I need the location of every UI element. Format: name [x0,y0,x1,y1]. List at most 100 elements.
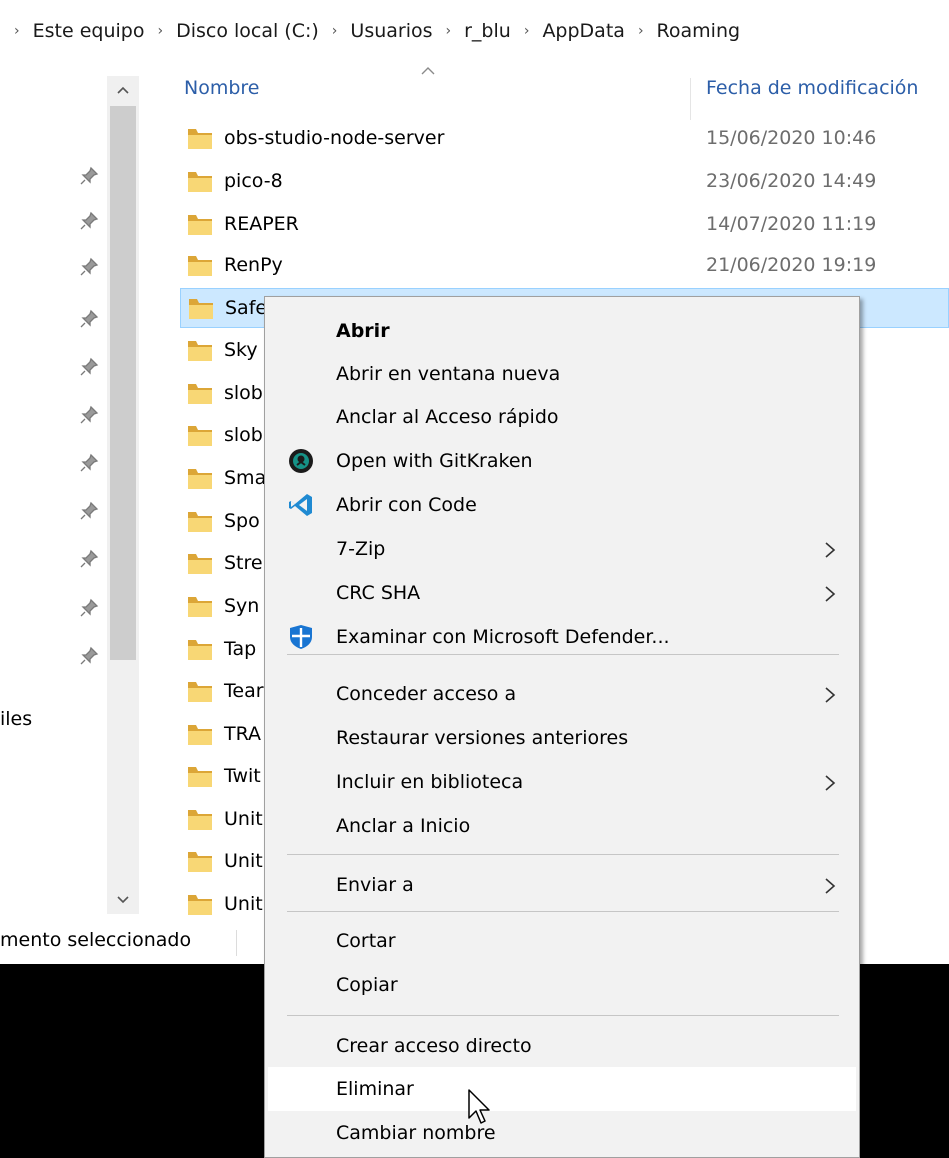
file-date: 15/06/2020 10:46 [706,127,877,149]
breadcrumb-item-este-equipo[interactable]: Este equipo [33,20,145,42]
menu-item-open-with-gitkraken[interactable]: Open with GitKraken [268,439,856,483]
menu-item-anclar-al-acceso-rapido[interactable]: Anclar al Acceso rápido [268,395,856,439]
pin-icon[interactable] [78,597,100,619]
menu-item-abrir-con-code[interactable]: Abrir con Code [268,483,856,527]
chevron-right-icon[interactable]: › [446,23,452,39]
menu-item-abrir-en-ventana-nueva[interactable]: Abrir en ventana nueva [268,352,856,396]
menu-item-label: Restaurar versiones anteriores [336,727,629,749]
column-header-name[interactable]: Nombre [184,77,260,99]
menu-item-cortar[interactable]: Cortar [268,919,856,963]
folder-icon [188,384,212,404]
pin-icon[interactable] [78,165,100,187]
folder-icon [188,767,212,787]
breadcrumb: › Este equipo › Disco local (C:) › Usuar… [0,0,949,62]
file-name: slob [224,382,263,404]
pin-icon[interactable] [78,500,100,522]
file-date: 23/06/2020 14:49 [706,170,877,192]
column-header-date[interactable]: Fecha de modificación [706,77,918,99]
menu-item-cambiar-nombre[interactable]: Cambiar nombre [268,1111,856,1155]
menu-item-label: Cortar [336,930,396,952]
scroll-down-button[interactable] [107,886,139,914]
chevron-right-icon[interactable]: › [332,23,338,39]
file-name: Tap [224,638,257,660]
menu-item-label: Examinar con Microsoft Defender... [336,626,670,648]
menu-item-label: Abrir con Code [336,494,477,516]
file-name: REAPER [224,213,299,235]
menu-item-label: Crear acceso directo [336,1035,532,1057]
scroll-up-button[interactable] [107,76,139,104]
menu-separator [287,854,839,855]
pin-icon[interactable] [78,210,100,232]
chevron-right-icon [825,687,836,703]
folder-icon [188,554,212,574]
chevron-right-icon [825,775,836,791]
breadcrumb-item-roaming[interactable]: Roaming [657,20,741,42]
folder-icon [188,256,212,276]
breadcrumb-item-disco-local[interactable]: Disco local (C:) [176,20,319,42]
chevron-right-icon[interactable]: › [524,23,530,39]
pin-icon[interactable] [78,645,100,667]
file-name: Twit [224,765,261,787]
chevron-down-icon [117,896,129,904]
menu-item-label: Abrir en ventana nueva [336,363,561,385]
folder-icon [188,129,212,149]
menu-separator [287,1015,839,1016]
menu-item-crear-acceso-directo[interactable]: Crear acceso directo [268,1024,856,1068]
chevron-right-icon [825,586,836,602]
breadcrumb-item-usuarios[interactable]: Usuarios [350,20,432,42]
pin-icon[interactable] [78,404,100,426]
file-date: 21/06/2020 19:19 [706,254,877,276]
file-name: Tear [224,680,264,702]
pin-icon[interactable] [78,356,100,378]
folder-icon [188,426,212,446]
gitkraken-icon [289,449,313,473]
menu-item-restaurar-versiones-anteriores[interactable]: Restaurar versiones anteriores [268,716,856,760]
menu-item-label: Anclar a Inicio [336,815,471,837]
menu-item-label: Anclar al Acceso rápido [336,406,559,428]
pin-icon[interactable] [78,452,100,474]
file-row[interactable]: pico-8 23/06/2020 14:49 [180,162,949,202]
chevron-right-icon[interactable]: › [157,23,163,39]
file-name: Unit [224,893,263,915]
file-row[interactable]: RenPy 21/06/2020 19:19 [180,246,949,286]
context-menu: Abrir Abrir en ventana nueva Anclar al Acc… [264,296,860,1158]
breadcrumb-item-r-blu[interactable]: r_blu [464,20,511,42]
menu-item-label: CRC SHA [336,582,421,604]
menu-item-label: Open with GitKraken [336,450,533,472]
menu-item-examinar-con-microsoft-defender[interactable]: Examinar con Microsoft Defender... [268,615,856,659]
menu-item-label: 7-Zip [336,538,386,560]
menu-item-conceder-acceso-a[interactable]: Conceder acceso a [268,672,856,716]
file-name: Unit [224,850,263,872]
file-row[interactable]: obs-studio-node-server 15/06/2020 10:46 [180,119,949,159]
file-name: Safe [225,297,268,319]
scroll-thumb[interactable] [110,106,136,660]
pin-icon[interactable] [78,256,100,278]
menu-item-eliminar[interactable]: Eliminar [268,1067,856,1111]
menu-item-copiar[interactable]: Copiar [268,963,856,1007]
sort-ascending-icon [421,67,435,75]
folder-icon [188,215,212,235]
file-name: Syn [224,595,260,617]
menu-item-incluir-en-biblioteca[interactable]: Incluir en biblioteca [268,760,856,804]
column-divider[interactable] [690,78,691,120]
folder-icon [188,852,212,872]
chevron-right-icon[interactable]: › [14,23,20,39]
folder-icon [189,299,213,319]
chevron-right-icon[interactable]: › [638,23,644,39]
pin-icon[interactable] [78,548,100,570]
menu-separator [287,654,839,655]
menu-item-label: Abrir [336,320,390,342]
menu-item-anclar-a-inicio[interactable]: Anclar a Inicio [268,804,856,848]
breadcrumb-item-appdata[interactable]: AppData [542,20,625,42]
menu-item-crc-sha[interactable]: CRC SHA [268,571,856,615]
vertical-scrollbar[interactable] [107,76,139,914]
vscode-icon [289,494,312,516]
sidebar-item-label[interactable]: iles [0,708,32,730]
menu-item-7-zip[interactable]: 7-Zip [268,527,856,571]
folder-icon [188,172,212,192]
pin-icon[interactable] [78,308,100,330]
menu-item-enviar-a[interactable]: Enviar a [268,863,856,907]
file-name: RenPy [224,254,283,276]
file-row[interactable]: REAPER 14/07/2020 11:19 [180,205,949,245]
menu-item-abrir[interactable]: Abrir [268,309,856,353]
